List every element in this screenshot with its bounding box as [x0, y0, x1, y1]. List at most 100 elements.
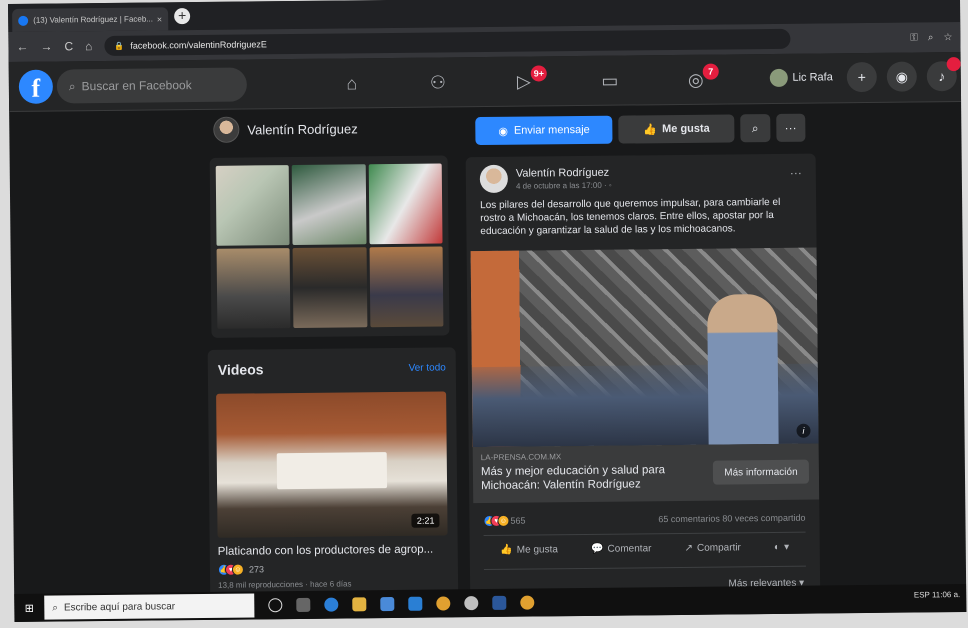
task-view-icon[interactable] — [296, 597, 311, 613]
facebook-logo-icon[interactable]: f — [18, 69, 54, 104]
nav-groups[interactable]: ◎ 7 — [653, 54, 740, 105]
more-info-button[interactable]: Más información — [712, 459, 810, 485]
nav-watch[interactable]: ▷ 9+ — [481, 56, 568, 107]
photo-thumbnail[interactable] — [215, 165, 290, 246]
close-tab-icon[interactable]: × — [157, 14, 162, 24]
page-identity[interactable]: Valentín Rodríguez — [205, 107, 453, 150]
info-icon[interactable]: i — [796, 423, 811, 438]
lock-icon: 🔒 — [114, 41, 125, 51]
key-icon[interactable]: ⚿ — [910, 32, 918, 43]
reload-icon[interactable]: C — [64, 39, 73, 53]
comments-shares-count[interactable]: 65 comentarios 80 veces compartido — [658, 513, 805, 525]
link-preview[interactable]: LA-PRENSA.COM.MX Más y mejor educación y… — [472, 443, 820, 504]
taskbar-apps — [268, 595, 535, 613]
nav-friends[interactable]: ⚇ — [395, 57, 482, 108]
chrome-icon[interactable] — [520, 595, 535, 610]
notifications-button[interactable]: ♪ — [926, 57, 961, 92]
page-more-button[interactable]: ··· — [775, 113, 806, 142]
notification-badge — [946, 57, 961, 72]
bell-icon: ♪ — [938, 68, 946, 85]
share-button[interactable]: ↗ Compartir — [685, 542, 741, 554]
create-button[interactable]: + — [846, 61, 877, 93]
post-card: Valentín Rodríguez 4 de octubre a las 17… — [465, 153, 821, 618]
tray-text: ESP 11:06 a. — [913, 590, 961, 600]
page-search-button[interactable]: ⌕ — [740, 114, 771, 143]
friends-icon: ⚇ — [429, 71, 447, 93]
post-image[interactable]: i — [470, 247, 819, 448]
comment-button[interactable]: 💬 Comentar — [591, 543, 651, 555]
browser-tab[interactable]: (13) Valentín Rodríguez | Faceb... × — [12, 7, 169, 32]
forward-icon[interactable]: → — [40, 40, 52, 54]
see-all-link[interactable]: Ver todo — [409, 362, 446, 373]
address-bar[interactable]: 🔒 facebook.com/valentinRodriguezE — [104, 28, 791, 56]
search-placeholder: Buscar en Facebook — [81, 78, 192, 94]
search-icon: ⌕ — [68, 78, 76, 93]
videos-card: Videos Ver todo 2:21 Platicando con los … — [207, 347, 459, 620]
photo-thumbnail[interactable] — [368, 163, 443, 245]
video-reaction-count: 273 — [248, 564, 265, 575]
send-message-button[interactable]: ◉ Enviar mensaje — [475, 115, 613, 146]
groups-icon: ◎ — [687, 69, 704, 90]
tab-title: (13) Valentín Rodríguez | Faceb... — [33, 14, 153, 25]
facebook-search-input[interactable]: ⌕ Buscar en Facebook — [56, 67, 248, 104]
photo-thumbnail[interactable] — [292, 164, 367, 246]
link-title: Más y mejor educación y salud para Micho… — [480, 464, 666, 493]
send-message-label: Enviar mensaje — [513, 123, 590, 137]
divider — [483, 565, 806, 571]
post-reaction-count: 565 — [510, 515, 526, 526]
edge-icon[interactable] — [324, 597, 339, 612]
post-options-icon[interactable]: ··· — [790, 166, 802, 180]
like-label: Me gusta — [516, 544, 558, 556]
mail-icon[interactable] — [408, 596, 423, 611]
post-avatar[interactable] — [479, 164, 509, 194]
home-browser-icon[interactable]: ⌂ — [85, 39, 92, 53]
nav-home[interactable]: ⌂ — [309, 58, 396, 109]
home-icon: ⌂ — [346, 72, 358, 93]
new-tab-button[interactable]: + — [174, 7, 191, 25]
cortana-icon[interactable] — [268, 598, 283, 613]
post-stats: 👍 ♥ ☺ 565 65 comentarios 80 veces compar… — [483, 512, 805, 528]
extension-icons: ⚿ ⌕ ☆ — [910, 32, 952, 43]
search-icon: ⌕ — [52, 602, 58, 614]
comment-icon: 💬 — [591, 543, 604, 555]
post-image-speaker — [707, 293, 779, 445]
photo-thumbnail[interactable] — [369, 246, 444, 328]
page-actions: ◉ Enviar mensaje 👍 Me gusta ⌕ ··· — [475, 113, 806, 149]
link-source: LA-PRENSA.COM.MX — [480, 452, 562, 463]
back-icon[interactable]: ← — [16, 40, 28, 54]
post-header: Valentín Rodríguez 4 de octubre a las 17… — [479, 164, 612, 194]
main-nav: ⌂ ⚇ ▷ 9+ ▭ ◎ 7 — [309, 54, 740, 109]
file-explorer-icon[interactable] — [352, 597, 367, 612]
video-thumbnail[interactable]: 2:21 — [216, 391, 448, 538]
profile-switch-icon: ◐ — [773, 541, 781, 554]
messenger-icon[interactable]: ◉ — [886, 61, 917, 92]
word-icon[interactable] — [492, 595, 507, 610]
like-page-button[interactable]: 👍 Me gusta — [618, 114, 735, 144]
taskbar-search-input[interactable]: ⌕ Escribe aquí para buscar — [44, 593, 255, 620]
star-icon[interactable]: ☆ — [943, 32, 952, 43]
video-reactions[interactable]: 👍 ♥ ☺ 273 — [217, 563, 265, 576]
nav-marketplace[interactable]: ▭ — [567, 55, 654, 106]
post-reactions[interactable]: 👍 ♥ ☺ 565 — [483, 514, 526, 528]
zoom-icon[interactable]: ⌕ — [928, 32, 934, 43]
post-date[interactable]: 4 de octubre a las 17:00 · ◦ — [516, 180, 612, 190]
screen: (13) Valentín Rodríguez | Faceb... × + ←… — [8, 0, 967, 622]
page-avatar — [213, 116, 240, 143]
app-icon[interactable] — [464, 596, 479, 611]
post-author[interactable]: Valentín Rodríguez — [516, 166, 612, 179]
care-reaction-icon: ☺ — [231, 563, 244, 576]
avatar — [769, 68, 788, 88]
windows-start-icon[interactable]: ⊞ — [14, 601, 44, 614]
audience-selector[interactable]: ◐ ▾ — [774, 542, 789, 553]
facebook-header: f ⌕ Buscar en Facebook ⌂ ⚇ ▷ 9+ ▭ ◎ 7 Li… — [8, 52, 962, 112]
store-icon[interactable] — [380, 596, 395, 612]
video-caption[interactable]: Platicando con los productores de agrop.… — [218, 544, 434, 558]
video-scene — [276, 452, 388, 490]
chrome-icon[interactable] — [436, 596, 451, 611]
profile-chip[interactable]: Lic Rafa — [769, 68, 833, 88]
videos-title: Videos — [217, 361, 264, 378]
system-tray[interactable]: ESP 11:06 a. — [914, 590, 960, 599]
photo-thumbnail[interactable] — [292, 247, 368, 329]
photo-thumbnail[interactable] — [216, 248, 291, 329]
like-button[interactable]: 👍 Me gusta — [500, 544, 558, 556]
